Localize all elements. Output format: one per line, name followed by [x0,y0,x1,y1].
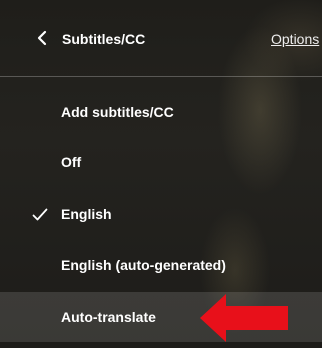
menu-item-english-auto-generated[interactable]: English (auto-generated) [0,240,322,290]
menu-item-label: English (auto-generated) [61,257,226,273]
check-icon [32,208,48,221]
options-link[interactable]: Options [271,31,319,47]
menu-item-english[interactable]: English [0,189,322,239]
header-divider [0,76,322,77]
menu-item-off[interactable]: Off [0,137,322,187]
menu-item-label: Auto-translate [61,309,156,325]
menu-item-label: Off [61,154,82,170]
red-arrow-icon [200,294,288,342]
menu-item-label: English [61,206,112,222]
menu-header: Subtitles/CC Options [0,0,322,80]
menu-title[interactable]: Subtitles/CC [62,31,145,47]
menu-item-add-subtitles[interactable]: Add subtitles/CC [0,87,322,137]
menu-item-label: Add subtitles/CC [61,104,174,120]
subtitles-menu: Subtitles/CC Options Add subtitles/CC Of… [0,0,322,348]
chevron-left-icon[interactable] [34,30,50,46]
